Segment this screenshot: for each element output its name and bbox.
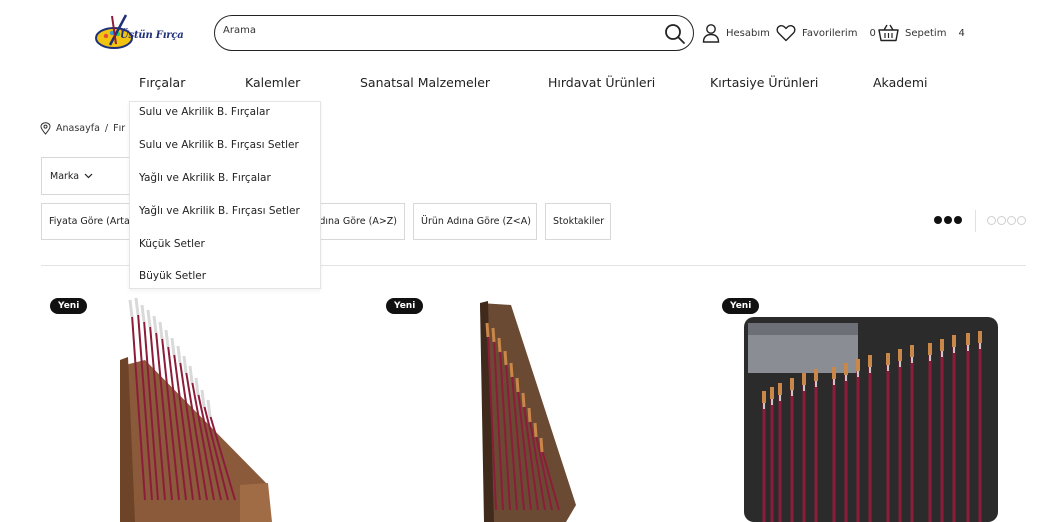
view-toggle-separator — [975, 210, 976, 232]
location-pin-icon — [40, 122, 51, 135]
nav-item-art-supplies[interactable]: Sanatsal Malzemeler — [360, 75, 490, 90]
account-label: Hesabım — [726, 27, 770, 39]
logo-text: Üstün Fırça — [120, 30, 184, 41]
cart-label: Sepetim — [905, 27, 947, 39]
breadcrumb-separator: / — [104, 123, 109, 134]
new-badge: Yeni — [386, 298, 424, 314]
product-card[interactable]: Yeni — [40, 295, 360, 522]
search-box[interactable] — [214, 15, 694, 51]
sort-label: Stoktakiler — [553, 216, 605, 227]
main-nav: Fırçalar Kalemler Sanatsal Malzemeler Hı… — [0, 75, 1045, 93]
nav-item-stationery[interactable]: Kırtasiye Ürünleri — [710, 75, 818, 90]
dropdown-item[interactable]: Yağlı ve Akrilik B. Fırçası Setler — [139, 205, 300, 217]
sort-label: Fiyata Göre (Artan) — [49, 216, 131, 227]
new-badge: Yeni — [722, 298, 760, 314]
in-stock-button[interactable]: Stoktakiler — [545, 203, 611, 240]
user-icon — [702, 24, 720, 43]
dropdown-item[interactable]: Sulu ve Akrilik B. Fırçası Setler — [139, 139, 299, 151]
product-image[interactable] — [712, 295, 1032, 522]
nav-item-academy[interactable]: Akademi — [873, 75, 928, 90]
sort-price-asc-button[interactable]: Fiyata Göre (Artan) — [41, 203, 131, 240]
grid-3-toggle[interactable] — [934, 216, 962, 224]
new-badge: Yeni — [50, 298, 88, 314]
breadcrumb-home[interactable]: Anasayfa — [56, 123, 100, 134]
cart-count: 4 — [958, 27, 965, 39]
breadcrumb-current[interactable]: Fır — [113, 123, 125, 134]
heart-icon — [776, 25, 796, 42]
product-card[interactable]: Yeni — [712, 295, 1032, 522]
account-link[interactable]: Hesabım — [702, 22, 770, 44]
sort-name-za-button[interactable]: Ürün Adına Göre (Z<A) — [413, 203, 537, 240]
chevron-down-icon — [84, 173, 93, 179]
search-icon[interactable] — [663, 22, 687, 46]
dropdown-item[interactable]: Küçük Setler — [139, 238, 205, 250]
brand-filter-label: Marka — [50, 170, 80, 182]
nav-item-hardware[interactable]: Hırdavat Ürünleri — [548, 75, 655, 90]
product-card[interactable]: Yeni — [376, 295, 696, 522]
grid-4-toggle[interactable] — [987, 216, 1026, 225]
basket-icon — [878, 24, 899, 42]
product-image[interactable] — [40, 295, 360, 522]
cart-link[interactable]: Sepetim 4 — [878, 22, 965, 44]
favorites-link[interactable]: Favorilerim 0 — [776, 22, 876, 44]
product-image[interactable] — [376, 295, 696, 522]
dropdown-item[interactable]: Yağlı ve Akrilik B. Fırçalar — [139, 172, 271, 184]
brushes-dropdown-menu: Sulu ve Akrilik B. Fırçalar Sulu ve Akri… — [129, 101, 321, 289]
favorites-label: Favorilerim — [802, 27, 858, 39]
brand-filter[interactable]: Marka — [41, 157, 131, 195]
breadcrumb: Anasayfa / Fır — [40, 122, 125, 135]
site-logo[interactable]: Üstün Fırça — [92, 10, 192, 54]
sort-label: Ürün Adına Göre (Z<A) — [421, 216, 531, 227]
favorites-count: 0 — [869, 27, 876, 39]
dropdown-item[interactable]: Büyük Setler — [139, 270, 206, 282]
nav-item-brushes[interactable]: Fırçalar — [139, 75, 185, 90]
search-input[interactable] — [223, 25, 643, 36]
dropdown-item[interactable]: Sulu ve Akrilik B. Fırçalar — [139, 106, 270, 118]
nav-item-pens[interactable]: Kalemler — [245, 75, 300, 90]
